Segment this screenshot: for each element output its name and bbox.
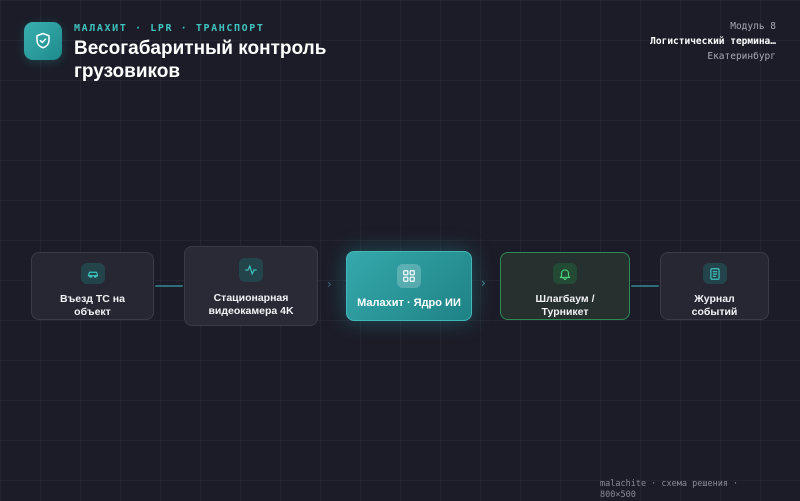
chevron-right-icon: › <box>327 277 332 291</box>
vehicle-icon <box>87 271 98 278</box>
flow-node-ai-core[interactable]: Малахит · Ядро ИИ <box>346 251 472 321</box>
grid-icon <box>403 270 415 282</box>
flow-node-camera[interactable]: Стационарная видеокамера 4K <box>184 246 318 326</box>
module-number: Модуль 8 <box>730 21 776 32</box>
app-logo <box>24 22 62 60</box>
bell-icon <box>559 268 571 280</box>
flow-node-label: Малахит · Ядро ИИ <box>357 297 461 309</box>
header-kicker: МАЛАХИТ · LPR · ТРАНСПОРТ <box>74 23 265 34</box>
icon-badge <box>702 263 727 284</box>
flow-node-event-log[interactable]: Журнал событий <box>660 252 769 320</box>
connector-1-2 <box>155 285 183 287</box>
connector-4-5 <box>631 285 659 287</box>
icon-badge <box>239 258 263 282</box>
flow-node-label: Шлагбаум / Турникет <box>535 293 595 318</box>
city-name: Екатеринбург <box>707 51 776 62</box>
icon-badge <box>80 263 105 284</box>
document-icon <box>709 267 720 280</box>
icon-badge <box>397 264 421 288</box>
flow-node-label: Въезд ТС на объект <box>60 293 125 318</box>
icon-badge <box>553 263 577 284</box>
flow-node-barrier[interactable]: Шлагбаум / Турникет <box>500 252 630 320</box>
module-meta: Модуль 8 Логистический термина… Екатерин… <box>636 19 776 64</box>
footer-caption: malachite · схема решения · 800×500 <box>600 479 739 500</box>
flow-node-vehicle-entry[interactable]: Въезд ТС на объект <box>31 252 154 320</box>
flow-node-label: Стационарная видеокамера 4K <box>208 292 294 317</box>
chevron-right-icon: › <box>481 276 486 290</box>
shield-check-icon <box>36 32 50 49</box>
page-title: Весогабаритный контроль грузовиков <box>74 38 327 82</box>
flow-node-label: Журнал событий <box>691 293 738 318</box>
pulse-icon <box>245 265 257 275</box>
site-name: Логистический термина… <box>650 36 776 47</box>
